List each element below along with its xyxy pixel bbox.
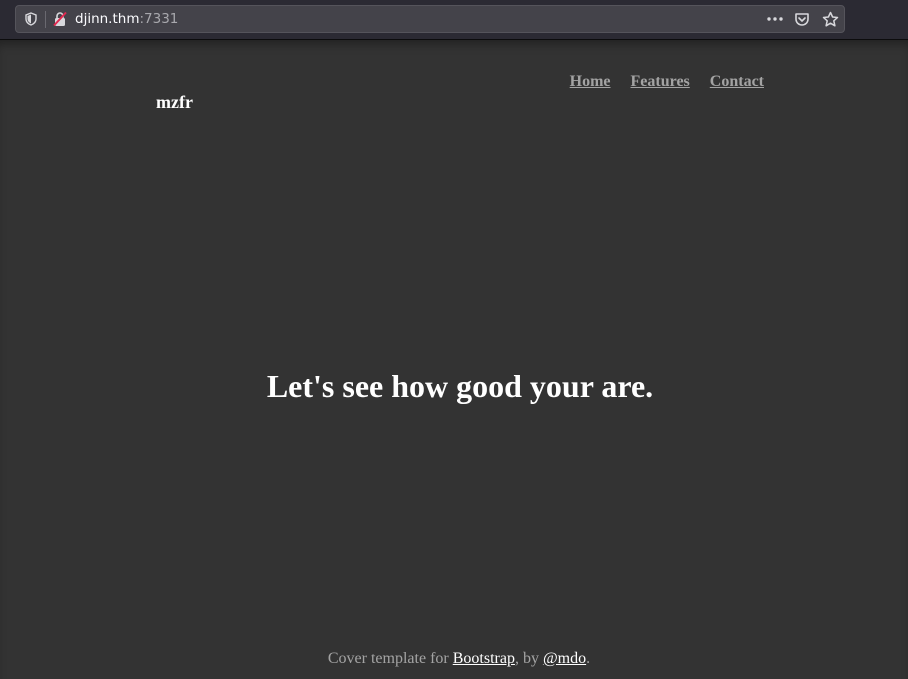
footer-prefix: Cover template for: [327, 650, 453, 667]
footer-suffix: .: [586, 650, 591, 667]
shield-icon[interactable]: [24, 12, 38, 26]
footer: Cover template for Bootstrap, by @mdo.: [0, 649, 908, 669]
url-text[interactable]: djinn.thm:7331: [75, 11, 178, 28]
more-icon[interactable]: [766, 12, 784, 26]
footer-middle: , by: [514, 650, 543, 667]
mdo-link[interactable]: @mdo: [543, 650, 586, 667]
site-nav: Home Features Contact: [570, 72, 764, 92]
nav-link-contact[interactable]: Contact: [710, 72, 764, 92]
url-separator: [45, 11, 46, 28]
star-icon[interactable]: [822, 11, 839, 28]
nav-link-home[interactable]: Home: [570, 72, 611, 92]
url-port: :7331: [139, 11, 179, 27]
bootstrap-link[interactable]: Bootstrap: [453, 650, 515, 667]
insecure-lock-icon[interactable]: [52, 11, 68, 27]
page-content: mzfr Home Features Contact Let's see how…: [0, 40, 908, 679]
site-brand: mzfr: [156, 92, 193, 112]
page-headline: Let's see how good your are.: [266, 368, 654, 404]
browser-toolbar: djinn.thm:7331: [0, 0, 908, 40]
nav-link-features[interactable]: Features: [631, 72, 690, 92]
pocket-icon[interactable]: [794, 11, 810, 27]
url-host: djinn.thm: [75, 11, 140, 27]
url-bar[interactable]: djinn.thm:7331: [15, 5, 845, 33]
